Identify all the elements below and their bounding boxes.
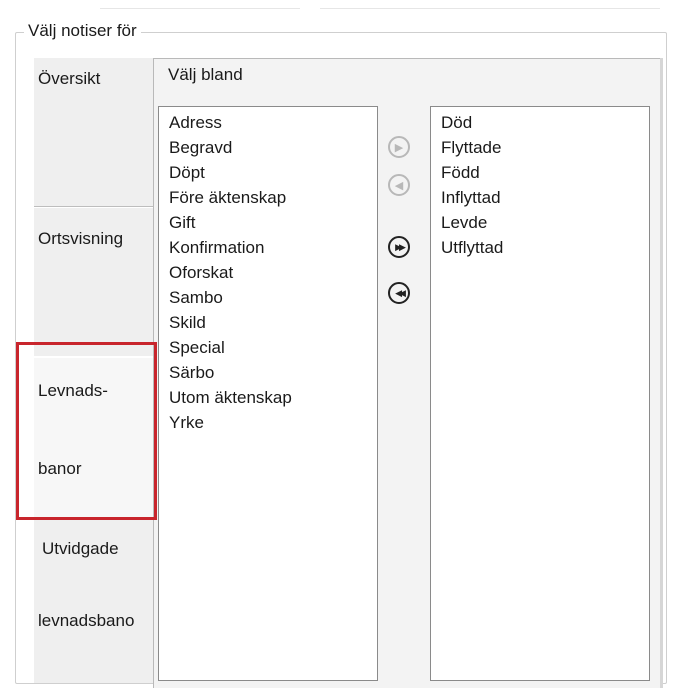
list-item[interactable]: Född — [441, 161, 480, 185]
highlight-box — [16, 342, 157, 520]
list-item[interactable]: Särbo — [169, 361, 214, 385]
available-notices-listbox[interactable]: Adress Begravd Döpt Före äktenskap Gift … — [158, 106, 378, 681]
tab-ortsvisning[interactable]: Ortsvisning — [34, 208, 154, 356]
tab-utvidgade-levnadsbanor[interactable]: Utvidgade levnadsbano — [34, 520, 154, 683]
tab-separator — [34, 206, 154, 207]
tab-label-line-2: levnadsbano — [38, 611, 135, 630]
list-item[interactable]: Död — [441, 111, 472, 135]
list-item[interactable]: Inflyttad — [441, 186, 501, 210]
list-item[interactable]: Oforskat — [169, 261, 233, 285]
list-item[interactable]: Adress — [169, 111, 222, 135]
move-all-left-button[interactable]: ◀◀ — [388, 282, 410, 304]
tab-label: Ortsvisning — [38, 229, 124, 248]
move-right-button[interactable]: ▶ — [388, 136, 410, 158]
list-item[interactable]: Före äktenskap — [169, 186, 286, 210]
panel-title: Välj bland — [168, 65, 243, 84]
tab-label: Översikt — [38, 69, 101, 88]
list-item[interactable]: Yrke — [169, 411, 204, 435]
list-item[interactable]: Flyttade — [441, 136, 501, 160]
list-item[interactable]: Levde — [441, 211, 487, 235]
tab-label-line-1: Utvidgade — [42, 539, 119, 558]
arrow-right-icon: ▶ — [394, 141, 404, 154]
panel-edge — [660, 58, 663, 688]
list-item[interactable]: Skild — [169, 311, 206, 335]
top-divider-left — [100, 8, 300, 9]
list-item[interactable]: Special — [169, 336, 225, 360]
top-divider-right — [320, 8, 660, 9]
double-arrow-right-icon: ▶▶ — [395, 243, 406, 253]
move-all-right-button[interactable]: ▶▶ — [388, 236, 410, 258]
selected-notices-listbox[interactable]: Död Flyttade Född Inflyttad Levde Utflyt… — [430, 106, 650, 681]
list-item[interactable]: Konfirmation — [169, 236, 264, 260]
list-item[interactable]: Utom äktenskap — [169, 386, 292, 410]
move-left-button[interactable]: ◀ — [388, 174, 410, 196]
list-item[interactable]: Utflyttad — [441, 236, 503, 260]
list-item[interactable]: Begravd — [169, 136, 232, 160]
list-item[interactable]: Gift — [169, 211, 195, 235]
double-arrow-left-icon: ◀◀ — [395, 289, 406, 299]
group-legend: Välj notiser för — [24, 20, 141, 42]
list-item[interactable]: Sambo — [169, 286, 223, 310]
list-item[interactable]: Döpt — [169, 161, 205, 185]
arrow-left-icon: ◀ — [394, 179, 404, 192]
tab-oversikt[interactable]: Översikt — [34, 58, 154, 206]
